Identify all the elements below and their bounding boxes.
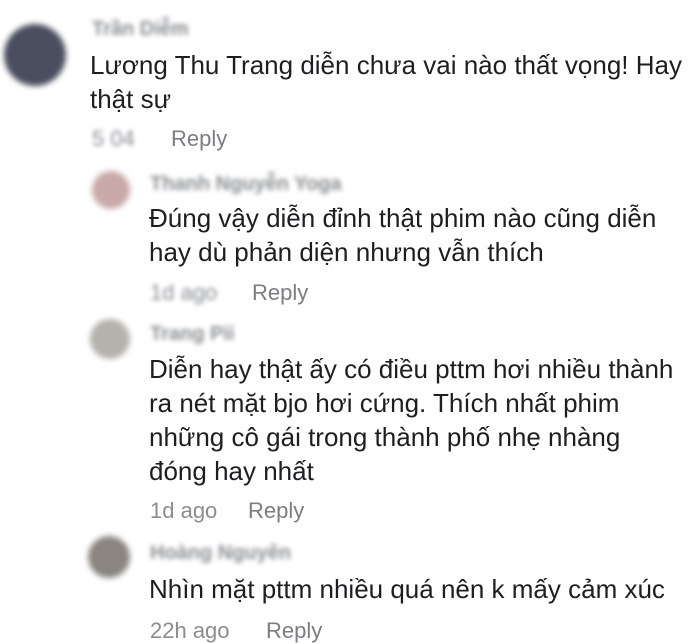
avatar[interactable] [92, 171, 130, 209]
reply-button[interactable]: Reply [248, 498, 304, 524]
comment-timestamp: 1d ago [150, 280, 218, 305]
reply-button[interactable]: Reply [171, 126, 227, 152]
comment-text: Lương Thu Trang diễn chưa vai nào thất v… [90, 50, 682, 114]
comment-item: Trang Pii Diễn hay thật ấy có điều pttm … [0, 315, 700, 530]
comment-timestamp: 5 04 [92, 126, 135, 151]
comment-text: Diễn hay thật ấy có điều pttm hơi nhiều … [149, 354, 674, 486]
comment-author[interactable]: Trang Pii [150, 323, 234, 346]
comment-item: Hoàng Nguyên Nhìn mặt pttm nhiều quá nên… [0, 530, 700, 643]
comment-author[interactable]: Hoàng Nguyên [150, 542, 291, 565]
comment-text: Đúng vậy diễn đỉnh thật phim nào cũng di… [149, 203, 657, 267]
avatar[interactable] [88, 536, 130, 578]
comment-author[interactable]: Trần Diễm [92, 18, 189, 41]
reply-button[interactable]: Reply [266, 618, 322, 644]
avatar[interactable] [4, 24, 66, 86]
comment-author[interactable]: Thanh Nguyễn Yoga [150, 173, 342, 196]
comment-text: Nhìn mặt pttm nhiều quá nên k mấy cảm xú… [149, 574, 665, 604]
comment-item: Thanh Nguyễn Yoga Đúng vậy diễn đỉnh thậ… [0, 165, 700, 315]
comment-timestamp: 1d ago [150, 498, 218, 523]
reply-button[interactable]: Reply [252, 280, 308, 306]
comment-timestamp: 22h ago [150, 618, 230, 643]
comment-item: Trần Diễm Lương Thu Trang diễn chưa vai … [0, 0, 700, 165]
avatar[interactable] [90, 319, 130, 359]
